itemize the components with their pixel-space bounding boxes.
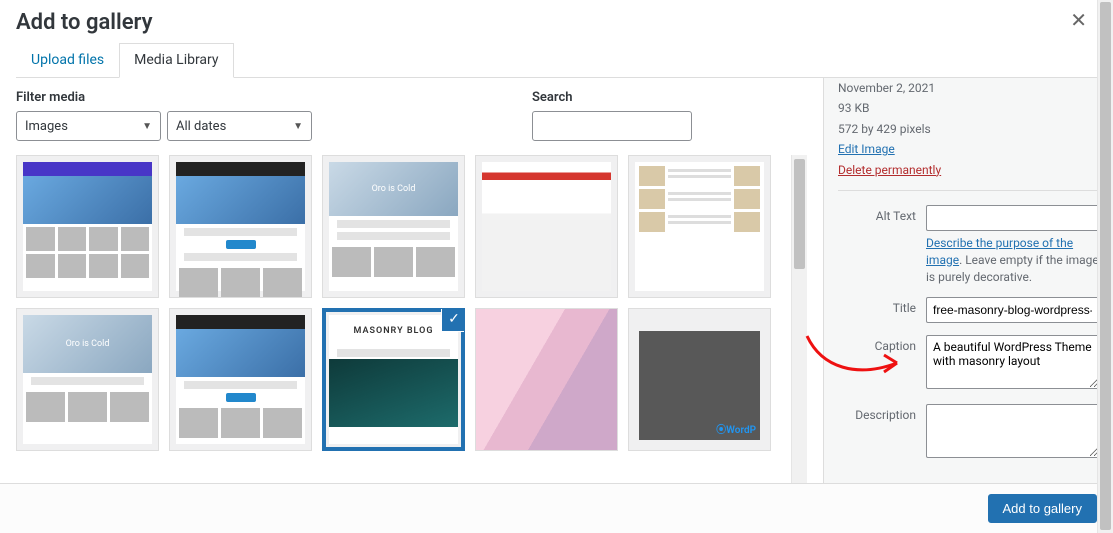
media-thumb[interactable]	[475, 308, 618, 451]
chevron-down-icon: ▼	[142, 121, 152, 132]
media-thumb[interactable]: Oro is Cold	[322, 155, 465, 298]
chevron-down-icon: ▼	[293, 121, 303, 132]
caption-label: Caption	[838, 335, 916, 353]
grid-scrollbar[interactable]	[791, 155, 807, 483]
media-thumb[interactable]: ⦿WordP	[628, 308, 771, 451]
filter-type-value: Images	[25, 119, 68, 134]
modal-footer: Add to gallery	[0, 483, 1113, 533]
modal-title: Add to gallery	[16, 10, 1097, 35]
tab-upload-files[interactable]: Upload files	[16, 43, 119, 77]
filter-date-value: All dates	[176, 119, 226, 134]
description-label: Description	[838, 404, 916, 422]
search-label: Search	[532, 90, 692, 105]
attachment-details: November 2, 2021 93 KB 572 by 429 pixels…	[823, 78, 1113, 483]
close-icon[interactable]: ✕	[1070, 8, 1087, 32]
caption-textarea[interactable]: A beautiful WordPress Theme with masonry…	[926, 335, 1099, 389]
filter-date-select[interactable]: All dates ▼	[167, 111, 312, 141]
check-icon: ✓	[442, 308, 465, 331]
title-input[interactable]	[926, 297, 1099, 323]
page-scrollbar[interactable]	[1097, 0, 1113, 533]
alt-text-help: Describe the purpose of the image. Leave…	[926, 235, 1099, 285]
filter-media-label: Filter media	[16, 90, 312, 105]
alt-text-label: Alt Text	[838, 205, 916, 223]
media-thumb[interactable]	[628, 155, 771, 298]
filter-type-select[interactable]: Images ▼	[16, 111, 161, 141]
media-thumb[interactable]: Oro is Cold	[16, 308, 159, 451]
attachment-size: 93 KB	[838, 98, 1099, 118]
alt-text-input[interactable]	[926, 205, 1099, 231]
media-thumb[interactable]	[16, 155, 159, 298]
attachment-dimensions: 572 by 429 pixels	[838, 119, 1099, 139]
tab-media-library[interactable]: Media Library	[119, 43, 233, 78]
attachment-date: November 2, 2021	[838, 78, 1099, 98]
media-thumb[interactable]	[169, 155, 312, 298]
search-input[interactable]	[532, 111, 692, 141]
delete-permanently-link[interactable]: Delete permanently	[838, 163, 941, 177]
media-thumb[interactable]	[475, 155, 618, 298]
title-label: Title	[838, 297, 916, 315]
media-thumb-selected[interactable]: MASONRY BLOG ✓	[322, 308, 465, 451]
tabs: Upload files Media Library	[16, 43, 1097, 78]
description-textarea[interactable]	[926, 404, 1099, 458]
add-to-gallery-button[interactable]: Add to gallery	[988, 494, 1098, 523]
media-thumb[interactable]	[169, 308, 312, 451]
media-grid: Oro is Cold Oro is Cold	[16, 155, 807, 451]
edit-image-link[interactable]: Edit Image	[838, 142, 895, 156]
